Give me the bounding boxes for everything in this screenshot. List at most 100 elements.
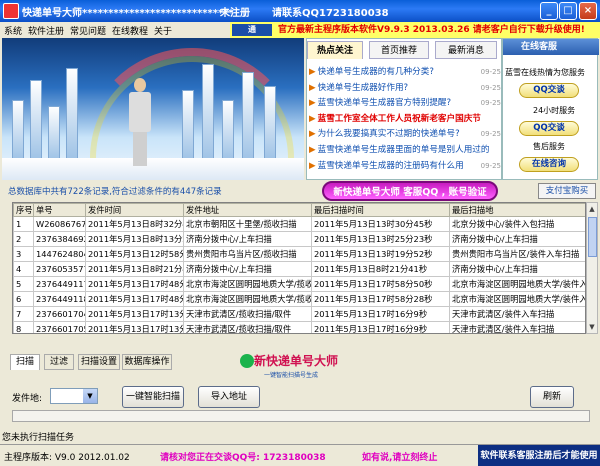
tracking-table: 序号单号发件时间发件地址最后扫描时间最后扫描地 1W2608676782011年… bbox=[12, 202, 586, 334]
tab-database[interactable]: 数据库操作 bbox=[122, 354, 172, 370]
banner-logo: 通 bbox=[232, 24, 272, 36]
refresh-button[interactable]: 刷新 bbox=[530, 386, 574, 408]
table-cell: 2011年5月13日12时58分5秒 bbox=[85, 246, 184, 262]
table-cell: 2011年5月13日13时25分23秒 bbox=[311, 231, 450, 247]
column-header[interactable]: 发件时间 bbox=[85, 203, 184, 217]
maximize-button[interactable]: □ bbox=[559, 2, 577, 20]
table-cell: 贵州贵阳市乌当片区/装件入车扫描 bbox=[449, 246, 585, 262]
bar-graphic bbox=[222, 100, 234, 160]
registration-status: 未注册 bbox=[220, 8, 250, 19]
table-cell: 2376449118 bbox=[33, 291, 86, 307]
news-item-date: 09-25 bbox=[480, 83, 501, 92]
table-cell: 2011年5月13日8时32分47秒 bbox=[85, 216, 184, 232]
column-header[interactable]: 最后扫描地 bbox=[449, 203, 585, 217]
close-button[interactable]: × bbox=[579, 2, 597, 20]
bar-graphic bbox=[12, 100, 24, 160]
table-row[interactable]: 723766017042011年5月13日17时13分59秒天津市武清区/揽收扫… bbox=[13, 306, 585, 322]
table-row[interactable]: 314476248042011年5月13日12时58分5秒贵州贵阳市乌当片区/揽… bbox=[13, 246, 585, 262]
table-cell: 3 bbox=[13, 246, 34, 262]
online-consult-button[interactable]: 在线咨询 bbox=[519, 157, 579, 172]
table-cell: 北京市海淀区圆明园地质大学/装件入车扫描 bbox=[449, 291, 585, 307]
tab-recommend[interactable]: 首页推荐 bbox=[369, 41, 429, 59]
tab-scan-settings[interactable]: 扫描设置 bbox=[78, 354, 120, 370]
import-address-button[interactable]: 导入地址 bbox=[198, 386, 260, 408]
tab-filter[interactable]: 过滤 bbox=[44, 354, 74, 370]
alipay-buy-button[interactable]: 支付宝购买 bbox=[538, 183, 596, 199]
table-cell: 2376053577 bbox=[33, 261, 86, 277]
promo-banner[interactable]: 新快递单号大师 客服QQ , 账号验证 bbox=[322, 181, 498, 201]
news-item-date: 09-25 bbox=[480, 130, 501, 139]
menu-register[interactable]: 软件注册 bbox=[28, 24, 64, 37]
news-item[interactable]: ▶ 蓝雪快递单号生成器官方特别提醒? 09-25 bbox=[309, 96, 501, 112]
column-header[interactable]: 最后扫描时间 bbox=[311, 203, 450, 217]
minimize-button[interactable]: _ bbox=[540, 2, 558, 20]
news-item[interactable]: ▶ 快递单号生成器的有几种分类? 09-25 bbox=[309, 65, 501, 81]
table-row[interactable]: 623764491182011年5月13日17时48分5秒 北京市海淀区圆明园地质… bbox=[13, 291, 585, 307]
column-header[interactable]: 单号 bbox=[33, 203, 86, 217]
origin-select[interactable]: ▼ bbox=[50, 388, 98, 404]
news-item-text: 为什么我要搞真实不过期的快递单号? bbox=[317, 129, 460, 140]
news-item-date: 09-25 bbox=[480, 161, 501, 170]
smart-scan-button[interactable]: 一键智能扫描 bbox=[122, 386, 184, 408]
scrollbar-thumb[interactable] bbox=[588, 217, 597, 257]
bullet-icon: ▶ bbox=[309, 67, 316, 77]
bar-graphic bbox=[242, 72, 254, 160]
qq-chat-button-2[interactable]: QQ交谈 bbox=[519, 121, 579, 136]
menu-tutorial[interactable]: 在线教程 bbox=[112, 24, 148, 37]
register-notice: 软件联系客服注册后才能使用 bbox=[478, 445, 600, 466]
after-sales-label: 售后服务 bbox=[533, 142, 565, 151]
tab-scan[interactable]: 扫描 bbox=[10, 354, 40, 370]
tab-latest[interactable]: 最新消息 bbox=[435, 41, 497, 59]
scroll-up-arrow[interactable]: ▲ bbox=[587, 203, 597, 215]
table-cell: 2011年5月13日8时13分23秒 bbox=[85, 231, 184, 247]
table-scrollbar[interactable]: ▲ ▼ bbox=[586, 202, 598, 334]
menu-about[interactable]: 关于 bbox=[154, 24, 172, 37]
scroll-down-arrow[interactable]: ▼ bbox=[587, 321, 597, 333]
update-banner[interactable]: 通 官方最新主程序版本软件V9.9.3 2013.03.26 请老客户自行下载升… bbox=[230, 22, 600, 38]
table-row[interactable]: 523764491172011年5月13日17时48分5秒北京市海淀区圆明园地质… bbox=[13, 276, 585, 292]
table-cell: 8 bbox=[13, 321, 34, 333]
table-cell: 北京市海淀区圆明园地质大学/揽收 bbox=[183, 276, 312, 292]
status-bar: 主程序版本: V9.0 2012.01.02 请核对您正在交谈QQ号: 1723… bbox=[0, 444, 600, 466]
table-cell: 济南分拨中心/上车扫描 bbox=[449, 261, 585, 277]
news-item[interactable]: ▶蓝雪快递单号生成器里面的单号是别人用过的09-25 bbox=[309, 143, 501, 159]
news-item-date: 09-25 bbox=[480, 99, 501, 108]
table-row[interactable]: 223763846922011年5月13日8时13分23秒济南分拨中心/上车扫描… bbox=[13, 231, 585, 247]
support-title: 在线客服 bbox=[503, 39, 599, 55]
news-item-text: 蓝雪快递单号生成器的注册码有什么用 bbox=[317, 160, 464, 171]
table-cell: 2011年5月13日17时48分5秒 bbox=[85, 291, 184, 307]
news-item[interactable]: ▶蓝雪工作室全体工作人员祝新老客户国庆节09-25 bbox=[309, 112, 501, 128]
table-cell: 天津市武清区/揽收扫描/取件 bbox=[183, 306, 312, 322]
table-cell: 济南分拨中心/上车扫描 bbox=[449, 231, 585, 247]
table-cell: 2376449117 bbox=[33, 276, 86, 292]
table-cell: 2011年5月13日17时16分9秒 bbox=[311, 306, 450, 322]
logo-title: 新快递单号大师 bbox=[254, 354, 339, 368]
bar-graphic bbox=[264, 86, 276, 160]
bullet-icon: ▶ bbox=[309, 160, 316, 171]
qq-chat-button[interactable]: QQ交谈 bbox=[519, 83, 579, 98]
column-header[interactable]: 发件地址 bbox=[183, 203, 312, 217]
table-row[interactable]: 1W2608676782011年5月13日8时32分47秒北京市朝阳区十里堡/揽… bbox=[13, 216, 585, 232]
tab-hot[interactable]: 热点关注 bbox=[307, 41, 363, 59]
table-row[interactable]: 823766017052011年5月13日17时13分59秒天津市武清区/揽收扫… bbox=[13, 321, 585, 333]
news-item[interactable]: ▶ 为什么我要搞真实不过期的快递单号? 09-25 bbox=[309, 127, 501, 143]
menu-faq[interactable]: 常见问题 bbox=[70, 24, 106, 37]
bullet-icon: ▶ bbox=[309, 144, 316, 155]
table-cell: 2011年5月13日17时58分50秒 bbox=[311, 276, 450, 292]
bar-graphic bbox=[48, 106, 60, 160]
bar-graphic bbox=[66, 68, 78, 160]
chevron-down-icon[interactable]: ▼ bbox=[83, 389, 97, 403]
bar-graphic bbox=[202, 64, 214, 160]
table-cell: W260867678 bbox=[33, 216, 86, 232]
news-item[interactable]: ▶ 蓝雪快递单号生成器的注册码有什么用 09-25 bbox=[309, 159, 501, 175]
table-cell: 6 bbox=[13, 291, 34, 307]
news-item-text: 蓝雪快递单号生成器官方特别提醒? bbox=[317, 98, 452, 109]
table-cell: 天津市武清区/装件入车扫描 bbox=[449, 321, 585, 333]
table-body: 1W2608676782011年5月13日8时32分47秒北京市朝阳区十里堡/揽… bbox=[13, 216, 585, 333]
news-item[interactable]: ▶ 快递单号生成器好作用? 09-25 bbox=[309, 81, 501, 97]
table-cell: 北京市海淀区圆明园地质大学/装件入车扫描 bbox=[449, 276, 585, 292]
column-header[interactable]: 序号 bbox=[13, 203, 34, 217]
table-cell: 2376384692 bbox=[33, 231, 86, 247]
table-row[interactable]: 423760535772011年5月13日8时21分41秒济南分拨中心/上车扫描… bbox=[13, 261, 585, 277]
menu-system[interactable]: 系统 bbox=[4, 24, 22, 37]
